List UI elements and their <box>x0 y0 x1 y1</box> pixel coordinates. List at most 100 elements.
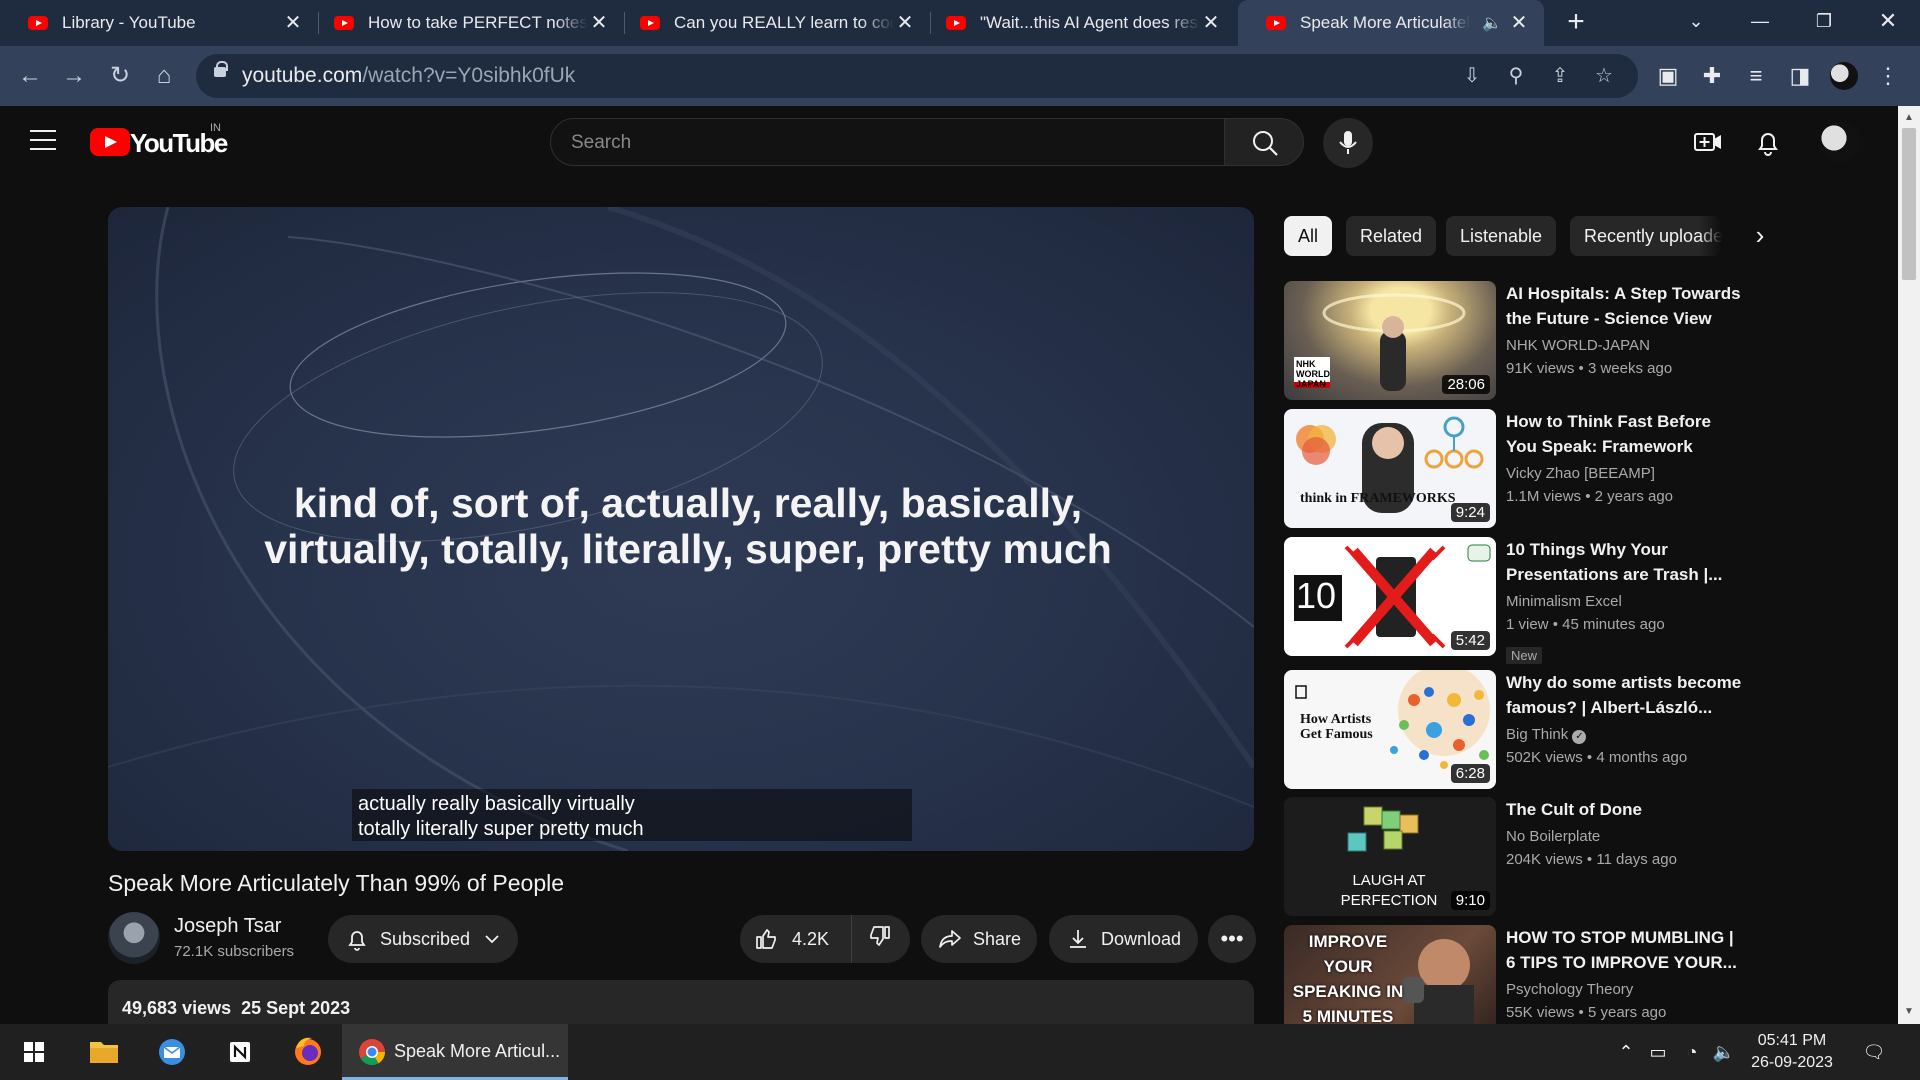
recommendation-item[interactable]: How Artists Get Famous 6:28 Why do some … <box>1284 670 1744 790</box>
recommendation-title[interactable]: The Cult of Done <box>1506 797 1746 822</box>
share-button[interactable]: Share <box>921 915 1037 963</box>
extensions-puzzle-icon[interactable]: ✚ <box>1696 60 1728 92</box>
url-text[interactable]: youtube.com/watch?v=Y0sibhk0fUk <box>242 64 575 88</box>
video-thumbnail[interactable]: LAUGH AT PERFECTION 9:10 <box>1284 797 1496 916</box>
close-tab-icon[interactable]: ✕ <box>282 12 304 34</box>
close-tab-icon[interactable]: ✕ <box>894 12 916 34</box>
channel-name-text[interactable]: Big Think <box>1506 726 1568 743</box>
profile-avatar-icon[interactable] <box>1828 60 1860 92</box>
recommendation-channel[interactable]: Psychology Theory <box>1506 981 1633 998</box>
search-input[interactable] <box>571 129 1191 157</box>
video-thumbnail[interactable]: 10 5:42 <box>1284 537 1496 656</box>
recommendation-channel[interactable]: No Boilerplate <box>1506 828 1600 845</box>
restore-window-icon[interactable]: ❐ <box>1804 6 1844 36</box>
channel-name[interactable]: Joseph Tsar <box>174 915 281 938</box>
start-button[interactable] <box>0 1024 68 1080</box>
recommendation-item[interactable]: 10 5:42 10 Things Why Your Presentations… <box>1284 537 1746 664</box>
zoom-icon[interactable]: ⚲ <box>1504 64 1528 88</box>
guide-menu-icon[interactable] <box>30 130 56 152</box>
recommendation-title[interactable]: HOW TO STOP MUMBLING | 6 TIPS TO IMPROVE… <box>1506 925 1744 975</box>
scroll-down-arrow-icon[interactable]: ▼ <box>1903 1006 1915 1018</box>
show-hidden-icons-chevron-icon[interactable]: ⌃ <box>1614 1040 1638 1064</box>
browser-menu-icon[interactable]: ⋮ <box>1872 60 1904 92</box>
search-button[interactable] <box>1224 118 1304 166</box>
account-avatar[interactable] <box>1820 122 1860 162</box>
like-button[interactable]: 4.2K <box>740 915 852 963</box>
youtube-favicon-icon <box>28 16 48 30</box>
recommendation-item[interactable]: think in FRAMEWORKS 9:24 How to Think Fa… <box>1284 409 1744 529</box>
battery-icon[interactable]: ▭ <box>1646 1040 1670 1064</box>
subscribed-button[interactable]: Subscribed <box>328 915 518 963</box>
mail-app-button[interactable] <box>138 1024 206 1080</box>
more-actions-button[interactable]: ••• <box>1208 915 1256 963</box>
recommendation-channel[interactable]: NHK WORLD-JAPAN <box>1506 337 1650 354</box>
wifi-icon[interactable]: ◔ <box>1680 1040 1704 1064</box>
chip-listenable[interactable]: Listenable <box>1446 216 1557 256</box>
address-bar[interactable]: youtube.com/watch?v=Y0sibhk0fUk ⇩ ⚲ ⇪ ☆ <box>196 54 1638 98</box>
media-control-icon[interactable]: ≡ <box>1740 60 1772 92</box>
create-video-icon[interactable] <box>1690 124 1726 160</box>
browser-tab-code[interactable]: Can you REALLY learn to code ✕ <box>612 0 931 46</box>
scrollbar-thumb[interactable] <box>1902 128 1916 280</box>
close-tab-icon[interactable]: ✕ <box>588 12 610 34</box>
recommendation-title[interactable]: How to Think Fast Before You Speak: Fram… <box>1506 409 1746 459</box>
tab-search-chevron-icon[interactable]: ⌄ <box>1676 6 1716 36</box>
close-window-icon[interactable]: ✕ <box>1868 6 1908 36</box>
bell-icon <box>348 931 366 951</box>
channel-avatar[interactable] <box>108 912 160 964</box>
recommendation-title[interactable]: Why do some artists become famous? | Alb… <box>1506 670 1746 720</box>
minimize-window-icon[interactable]: — <box>1740 6 1780 36</box>
browser-tab-ai-agent[interactable]: "Wait...this AI Agent does rese ✕ <box>918 0 1236 46</box>
dislike-button[interactable] <box>852 915 910 963</box>
video-thumbnail[interactable]: How Artists Get Famous 6:28 <box>1284 670 1496 789</box>
download-button[interactable]: Download <box>1049 915 1198 963</box>
recommendation-title[interactable]: 10 Things Why Your Presentations are Tra… <box>1506 537 1746 587</box>
recommendation-item[interactable]: IMPROVE YOUR SPEAKING IN 5 MINUTES HOW T… <box>1284 925 1744 1024</box>
video-thumbnail[interactable]: IMPROVE YOUR SPEAKING IN 5 MINUTES <box>1284 925 1496 1024</box>
firefox-app-button[interactable] <box>274 1024 342 1080</box>
extension-check-icon[interactable]: ▣ <box>1652 60 1684 92</box>
notion-app-button[interactable] <box>206 1024 274 1080</box>
video-thumbnail[interactable]: think in FRAMEWORKS 9:24 <box>1284 409 1496 528</box>
browser-tab-active[interactable]: Speak More Articulately T 🔈 ✕ <box>1238 0 1544 46</box>
notifications-bell-icon[interactable] <box>1750 124 1786 160</box>
upload-age: 45 minutes ago <box>1562 616 1665 633</box>
youtube-logo-icon[interactable] <box>90 128 130 156</box>
recommendation-item[interactable]: NHK WORLD JAPAN 28:06 AI Hospitals: A St… <box>1284 281 1744 401</box>
new-tab-button[interactable]: + <box>1562 7 1590 37</box>
recommendation-channel[interactable]: Minimalism Excel <box>1506 593 1622 610</box>
view-count: 1.1M views <box>1506 488 1582 505</box>
forward-arrow-icon[interactable]: → <box>58 60 90 92</box>
chevron-right-icon[interactable]: › <box>1746 222 1774 250</box>
volume-icon[interactable]: 🔈 <box>1712 1040 1736 1064</box>
system-clock[interactable]: 05:41 PM 26-09-2023 <box>1742 1030 1842 1074</box>
side-panel-icon[interactable]: ◨ <box>1784 60 1816 92</box>
chip-recently-uploaded[interactable]: Recently uploaded <box>1570 216 1722 256</box>
close-tab-icon[interactable]: ✕ <box>1200 12 1222 34</box>
bookmark-star-icon[interactable]: ☆ <box>1592 64 1616 88</box>
reload-icon[interactable]: ↻ <box>104 60 136 92</box>
search-box[interactable] <box>550 118 1225 166</box>
chip-all[interactable]: All <box>1284 216 1333 256</box>
browser-tab-library[interactable]: Library - YouTube ✕ <box>0 0 319 46</box>
browser-tab-notes[interactable]: How to take PERFECT notes w ✕ <box>306 0 625 46</box>
file-explorer-button[interactable] <box>70 1024 138 1080</box>
search-icon <box>1253 131 1278 156</box>
chip-related[interactable]: Related <box>1346 216 1437 256</box>
home-icon[interactable]: ⌂ <box>148 60 180 92</box>
video-player[interactable]: kind of, sort of, actually, really, basi… <box>108 207 1254 851</box>
back-arrow-icon[interactable]: ← <box>14 60 46 92</box>
video-thumbnail[interactable]: NHK WORLD JAPAN 28:06 <box>1284 281 1496 400</box>
recommendation-meta: 1.1M views • 2 years ago <box>1506 488 1674 505</box>
scroll-up-arrow-icon[interactable]: ▲ <box>1903 112 1915 124</box>
recommendation-item[interactable]: LAUGH AT PERFECTION 9:10 The Cult of Don… <box>1284 797 1744 917</box>
notifications-icon[interactable]: 🗨 <box>1862 1040 1886 1064</box>
chrome-taskbar-item[interactable]: Speak More Articul... <box>342 1024 568 1080</box>
install-app-icon[interactable]: ⇩ <box>1460 64 1484 88</box>
share-page-icon[interactable]: ⇪ <box>1548 64 1572 88</box>
recommendation-title[interactable]: AI Hospitals: A Step Towards the Future … <box>1506 281 1746 331</box>
close-tab-icon[interactable]: ✕ <box>1508 12 1530 34</box>
recommendation-channel[interactable]: Vicky Zhao [BEEAMP] <box>1506 465 1655 482</box>
voice-search-button[interactable] <box>1323 118 1373 168</box>
speaker-muted-icon[interactable]: 🔈 <box>1482 13 1502 33</box>
